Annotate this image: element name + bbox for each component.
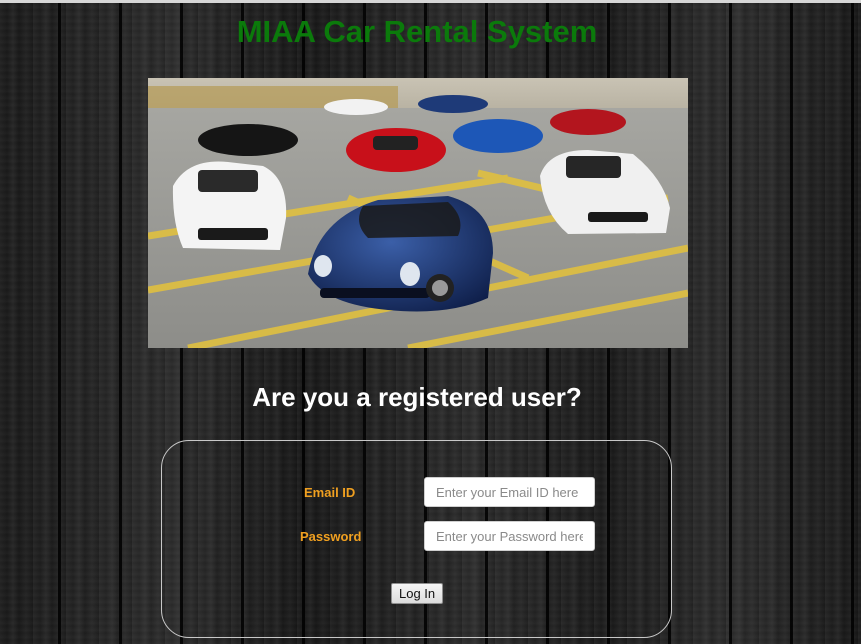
email-label: Email ID [304,485,356,500]
password-input[interactable] [424,521,595,551]
email-input[interactable] [424,477,595,507]
page-title: MIAA Car Rental System [236,14,598,49]
login-heading: Are you a registered user? [252,382,582,412]
login-form: Email ID Password Log In [161,440,672,638]
hero-image [148,78,688,348]
password-label: Password [300,529,362,544]
login-button[interactable]: Log In [391,583,444,604]
window-top-border [0,0,861,3]
